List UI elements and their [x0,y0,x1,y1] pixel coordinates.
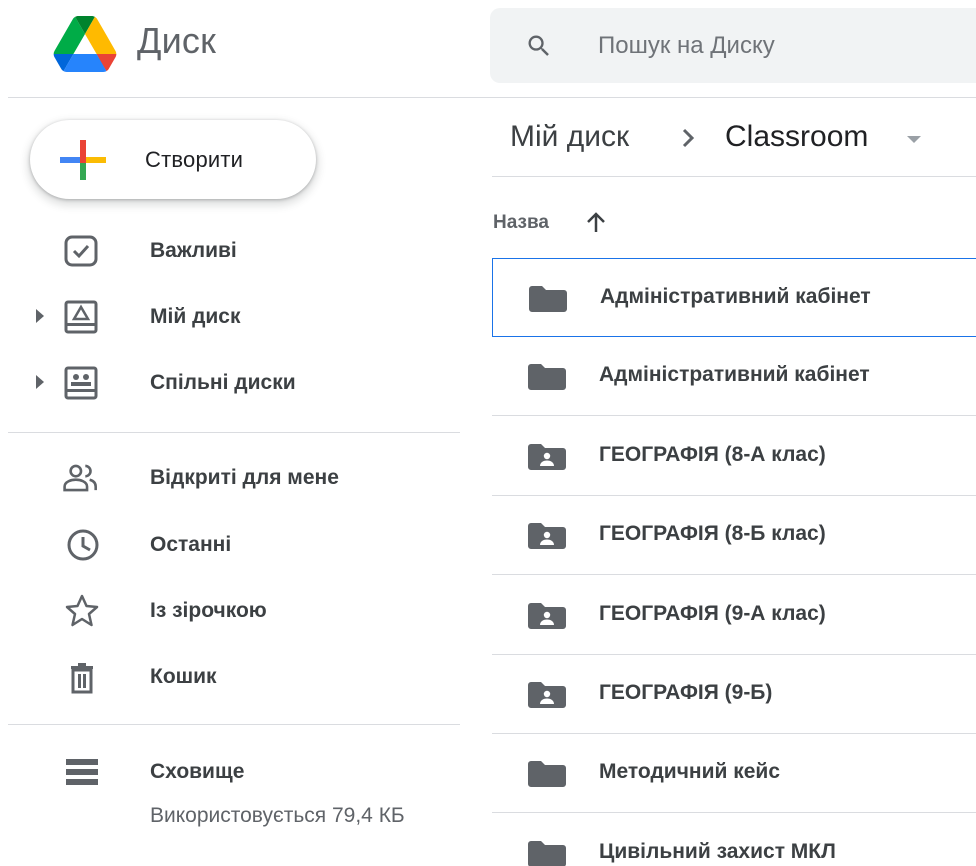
chevron-right-icon [682,128,695,148]
file-row[interactable]: ГЕОГРАФІЯ (9-Б) [492,655,976,734]
sidebar-divider [8,724,460,725]
breadcrumb-current-folder[interactable]: Classroom [725,120,868,154]
file-row[interactable]: ГЕОГРАФІЯ (8-А клас) [492,417,976,496]
sidebar-item-label: Кошик [150,665,217,688]
sidebar-item-my-drive[interactable]: Мій диск [0,297,460,337]
shared-folder-icon [528,523,566,549]
caret-down-icon[interactable] [907,136,921,143]
file-name: Цивільний захист МКЛ [599,840,836,863]
clock-icon [67,529,99,561]
breadcrumb-my-drive[interactable]: Мій диск [510,120,629,154]
sidebar-item-label: Спільні диски [150,371,296,394]
file-name: ГЕОГРАФІЯ (8-А клас) [599,443,826,466]
sidebar-item-trash[interactable]: Кошик [0,657,460,697]
folder-icon [528,364,566,390]
file-row[interactable]: ГЕОГРАФІЯ (8-Б клас) [492,496,976,575]
people-icon [63,464,97,492]
expand-arrow-icon[interactable] [36,309,44,323]
folder-icon [529,286,567,312]
file-name: ГЕОГРАФІЯ (9-А клас) [599,602,826,625]
search-input[interactable] [598,26,976,66]
search-bar[interactable] [490,8,976,83]
shared-folder-icon [528,444,566,470]
create-label: Створити [145,147,244,172]
sidebar-item-label: Мій диск [150,305,241,328]
header-divider [8,97,976,98]
expand-arrow-icon[interactable] [36,375,44,389]
column-header-name[interactable]: Назва [493,212,549,234]
sidebar-item-starred[interactable]: Із зірочкою [0,591,460,631]
file-row[interactable]: Адміністративний кабінет [492,258,976,337]
star-icon [65,594,99,627]
folder-icon [528,761,566,787]
file-name: ГЕОГРАФІЯ (8-Б клас) [599,522,826,545]
sidebar-item-label: Із зірочкою [150,599,267,622]
sidebar-item-label: Останні [150,533,232,556]
file-row[interactable]: Цивільний захист МКЛ [492,814,976,866]
file-row[interactable]: ГЕОГРАФІЯ (9-А клас) [492,576,976,655]
sidebar-item-shared-drives[interactable]: Спільні диски [0,363,460,403]
my-drive-icon [64,300,98,334]
sidebar-item-recent[interactable]: Останні [0,525,460,565]
file-name: Методичний кейс [599,760,781,783]
file-row[interactable]: Адміністративний кабінет [492,337,976,416]
file-name: Адміністративний кабінет [600,285,871,308]
sidebar-item-label: Важливі [150,239,237,262]
trash-icon [71,663,93,694]
create-button[interactable]: Створити [30,120,316,199]
sidebar-item-priority[interactable]: Важливі [0,231,460,271]
file-name: Адміністративний кабінет [599,363,870,386]
sidebar-item-shared-with-me[interactable]: Відкриті для мене [0,458,460,498]
storage-usage-text: Використовується 79,4 КБ [150,804,405,827]
arrow-up-icon[interactable] [584,210,608,236]
shared-drives-icon [64,366,98,400]
storage-icon [66,759,98,785]
priority-icon [64,235,98,267]
sidebar-item-storage[interactable]: Сховище [0,752,460,792]
main-divider [492,176,976,177]
file-row[interactable]: Методичний кейс [492,734,976,813]
folder-icon [528,841,566,866]
drive-app: Диск Створити Важливі Мій диск [0,0,976,866]
app-title: Диск [137,20,217,61]
shared-folder-icon [528,603,566,629]
plus-icon [60,140,106,180]
sidebar-item-label: Сховище [150,760,245,783]
sidebar-item-label: Відкриті для мене [150,466,339,489]
search-icon[interactable] [525,32,553,60]
file-name: ГЕОГРАФІЯ (9-Б) [599,681,773,704]
sidebar-divider [8,432,460,433]
shared-folder-icon [528,682,566,708]
google-drive-logo[interactable] [48,16,122,72]
